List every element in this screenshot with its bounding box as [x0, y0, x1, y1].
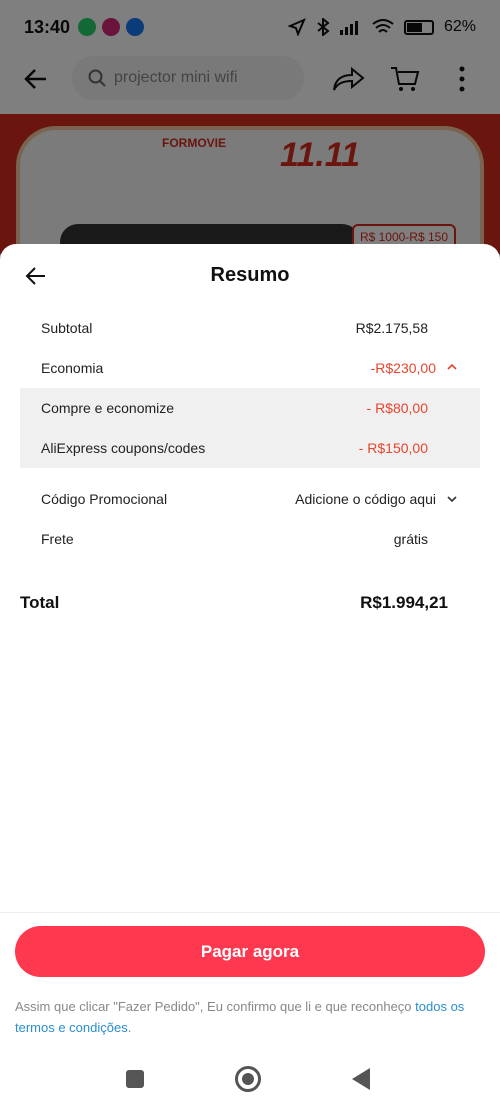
promo-code-row[interactable]: Código Promocional Adicione o código aqu… — [0, 479, 500, 519]
footer-divider — [0, 912, 500, 913]
promo-code-label: Código Promocional — [41, 491, 168, 507]
recents-button[interactable] — [126, 1070, 144, 1088]
home-button[interactable] — [235, 1066, 261, 1092]
savings-item-label: AliExpress coupons/codes — [41, 440, 206, 456]
total-label: Total — [20, 593, 60, 612]
savings-row[interactable]: Economia -R$230,00 — [0, 348, 500, 388]
savings-item-row: AliExpress coupons/codes - R$150,00 — [20, 428, 480, 468]
terms-text: Assim que clicar "Fazer Pedido", Eu conf… — [15, 996, 485, 1038]
savings-item-label: Compre e economize — [41, 400, 175, 416]
total-row: Total R$1.994,21 — [0, 575, 500, 631]
pay-now-button[interactable]: Pagar agora — [15, 926, 485, 977]
system-back-button[interactable] — [352, 1068, 370, 1090]
subtotal-value: R$2.175,58 — [355, 320, 428, 336]
savings-label: Economia — [41, 360, 104, 376]
summary-sheet: Resumo Subtotal R$2.175,58 Economia -R$2… — [0, 244, 500, 1111]
subtotal-row: Subtotal R$2.175,58 — [0, 308, 500, 348]
shipping-value: grátis — [393, 531, 428, 547]
terms-sentence: Assim que clicar "Fazer Pedido", Eu conf… — [15, 999, 416, 1014]
sheet-title: Resumo — [210, 264, 290, 286]
savings-item-row: Compre e economize - R$80,00 — [20, 388, 480, 428]
system-nav-bar — [0, 1060, 500, 1100]
savings-item-value: - R$150,00 — [358, 440, 428, 456]
chevron-down-icon[interactable] — [446, 493, 458, 505]
savings-value: -R$230,00 — [370, 360, 436, 376]
shipping-row: Frete grátis — [0, 519, 500, 559]
shipping-label: Frete — [41, 531, 74, 547]
terms-end: . — [127, 1020, 132, 1035]
chevron-up-icon[interactable] — [446, 361, 458, 373]
sheet-header: Resumo — [0, 244, 500, 308]
savings-item-value: - R$80,00 — [366, 400, 428, 416]
promo-code-input[interactable]: Adicione o código aqui — [295, 491, 436, 507]
subtotal-label: Subtotal — [41, 320, 93, 336]
total-value: R$1.994,21 — [360, 593, 448, 612]
